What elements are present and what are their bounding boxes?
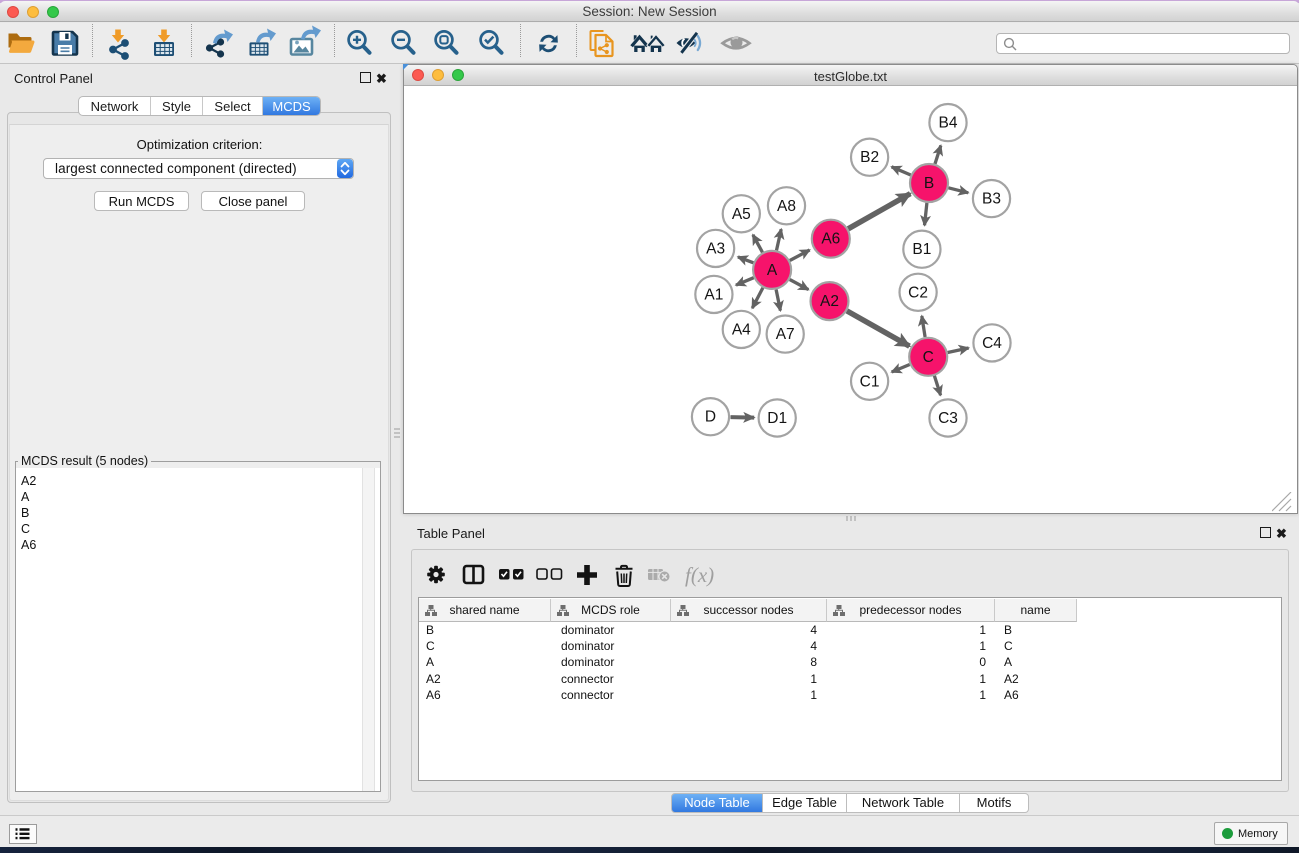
svg-text:D1: D1 — [767, 410, 787, 427]
svg-text:A6: A6 — [821, 231, 840, 248]
svg-text:C3: C3 — [938, 410, 958, 427]
svg-text:A3: A3 — [706, 240, 725, 257]
svg-text:A5: A5 — [732, 206, 751, 223]
svg-text:A8: A8 — [777, 198, 796, 215]
svg-text:D: D — [705, 409, 716, 426]
svg-text:C2: C2 — [908, 284, 928, 301]
svg-text:B4: B4 — [939, 115, 958, 132]
svg-text:A7: A7 — [776, 326, 795, 343]
svg-text:B1: B1 — [912, 241, 931, 258]
svg-text:B2: B2 — [860, 149, 879, 166]
svg-text:B3: B3 — [982, 191, 1001, 208]
svg-text:A2: A2 — [820, 293, 839, 310]
svg-text:C1: C1 — [860, 373, 880, 390]
svg-text:A: A — [767, 262, 778, 279]
svg-text:A4: A4 — [732, 321, 751, 338]
svg-text:B: B — [924, 175, 934, 192]
svg-text:f(x): f(x) — [685, 563, 714, 587]
svg-text:C: C — [923, 349, 934, 366]
svg-text:A1: A1 — [704, 286, 723, 303]
svg-text:C4: C4 — [982, 335, 1002, 352]
